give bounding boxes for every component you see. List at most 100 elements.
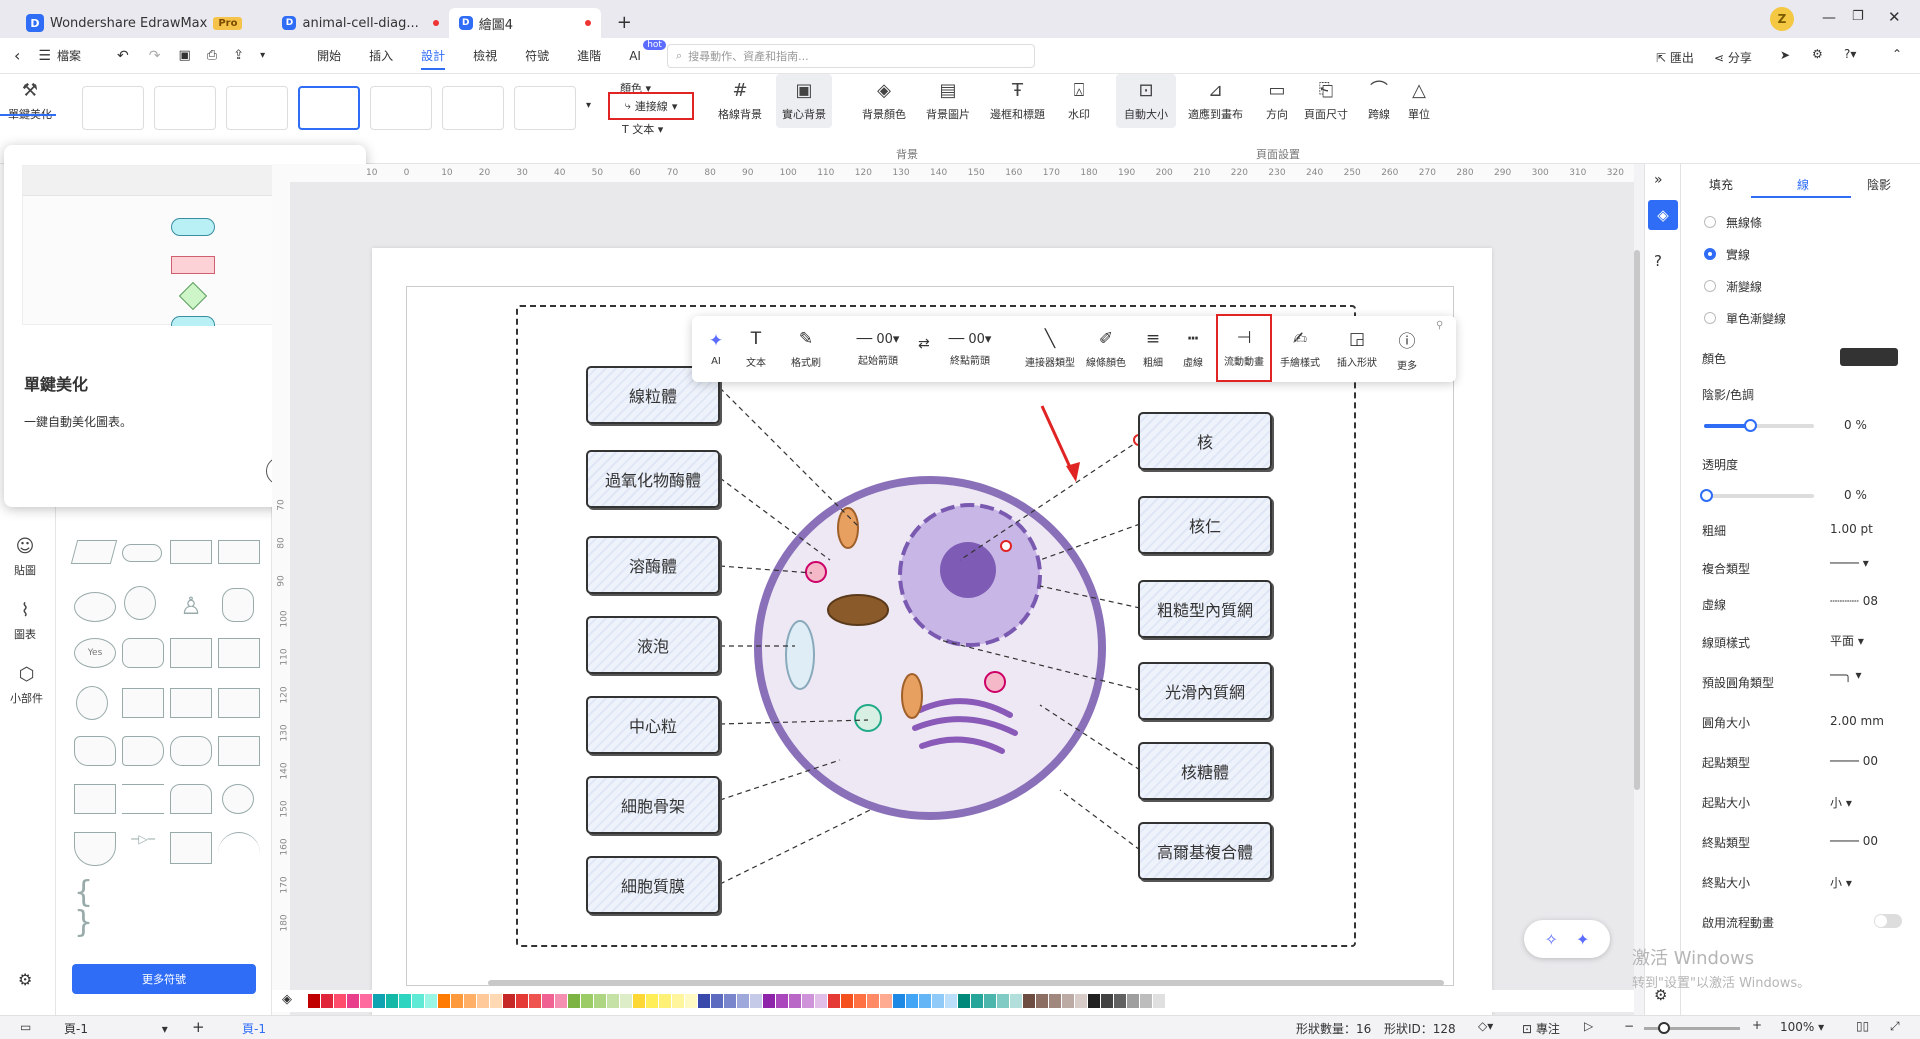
focus-button[interactable]: ⊡ 專注 [1522, 1020, 1560, 1037]
color-swatch[interactable] [425, 994, 437, 1008]
color-swatch[interactable] [945, 994, 957, 1008]
color-swatch[interactable] [412, 994, 424, 1008]
label-golgi[interactable]: 高爾基複合體 [1138, 822, 1272, 880]
color-swatch[interactable] [997, 994, 1009, 1008]
color-swatch[interactable] [815, 994, 827, 1008]
color-swatch[interactable] [1088, 994, 1100, 1008]
radio-mono-gradient[interactable] [1704, 312, 1716, 324]
zoom-out-icon[interactable]: − [1624, 1019, 1634, 1033]
ai-sparkle-icon[interactable]: ✦ [1576, 930, 1589, 949]
color-swatch[interactable] [698, 994, 710, 1008]
zoom-value[interactable]: 100% ▾ [1780, 1020, 1824, 1034]
color-swatch[interactable] [711, 994, 723, 1008]
dash-tool[interactable]: ┅ 虛線 [1178, 316, 1208, 382]
end-arrow-tool[interactable]: ── 00▾ 終點箭頭 [938, 316, 1002, 382]
label-smooth-er[interactable]: 光滑內質網 [1138, 662, 1272, 720]
color-swatch[interactable] [828, 994, 840, 1008]
color-swatch[interactable] [919, 994, 931, 1008]
color-swatch[interactable] [854, 994, 866, 1008]
color-swatch[interactable] [464, 994, 476, 1008]
radio-solid-line[interactable] [1704, 248, 1716, 260]
swap-icon[interactable]: ⇄ [918, 336, 930, 352]
color-swatch[interactable] [386, 994, 398, 1008]
color-swatch[interactable] [568, 994, 580, 1008]
label-nucleus[interactable]: 核 [1138, 412, 1272, 470]
color-swatch[interactable] [906, 994, 918, 1008]
weight-tool[interactable]: ≡ 粗細 [1138, 316, 1168, 382]
transparency-slider[interactable] [1700, 489, 1814, 502]
layers-icon[interactable]: ◇▾ [1478, 1019, 1493, 1033]
color-swatch[interactable] [971, 994, 983, 1008]
color-swatch[interactable] [581, 994, 593, 1008]
vertical-scrollbar[interactable] [1634, 250, 1640, 790]
radio-gradient-line[interactable] [1704, 280, 1716, 292]
flow-animation-tool[interactable]: ⊣ 流動動畫 [1216, 314, 1272, 382]
color-swatch[interactable] [594, 994, 606, 1008]
color-swatch[interactable] [607, 994, 619, 1008]
color-swatch[interactable] [867, 994, 879, 1008]
connector-type-tool[interactable]: ╲ 連接器類型 [1022, 316, 1078, 382]
line-color-swatch[interactable] [1840, 348, 1898, 366]
zoom-slider[interactable] [1644, 1022, 1740, 1034]
color-swatch[interactable] [789, 994, 801, 1008]
color-swatch[interactable] [763, 994, 775, 1008]
color-swatch[interactable] [490, 994, 502, 1008]
label-plasma-membrane[interactable]: 細胞質膜 [586, 856, 720, 914]
start-type-dropdown[interactable]: ──── 00 [1830, 754, 1878, 768]
ai-magic-icon[interactable]: ✧ [1545, 930, 1558, 949]
color-swatch[interactable] [1153, 994, 1165, 1008]
color-swatch[interactable] [1049, 994, 1061, 1008]
color-swatch[interactable] [1075, 994, 1087, 1008]
color-swatch[interactable] [880, 994, 892, 1008]
color-swatch[interactable] [529, 994, 541, 1008]
book-view-icon[interactable]: ▯▯ [1856, 1019, 1869, 1033]
corner-type-dropdown[interactable]: ──╮ ▾ [1830, 668, 1862, 682]
transparency-value[interactable]: 0 % [1844, 488, 1867, 502]
weight-value[interactable]: 1.00 pt [1830, 522, 1873, 536]
color-swatch[interactable] [451, 994, 463, 1008]
page-selector[interactable]: 頁-1 ▾ [64, 1020, 168, 1037]
start-arrow-tool[interactable]: ── 00▾ 起始箭頭 [846, 316, 910, 382]
color-swatch[interactable] [308, 994, 320, 1008]
line-color-tool[interactable]: ✐ 線條顏色 [1084, 316, 1128, 382]
shade-slider[interactable] [1704, 419, 1814, 432]
color-swatch[interactable] [1036, 994, 1048, 1008]
color-swatch[interactable] [1101, 994, 1113, 1008]
pin-icon[interactable]: ⚲ [1436, 320, 1443, 331]
color-swatch[interactable] [685, 994, 697, 1008]
corner-size-value[interactable]: 2.00 mm [1830, 714, 1884, 728]
color-swatch[interactable] [321, 994, 333, 1008]
text-tool[interactable]: T 文本 [740, 316, 772, 382]
end-type-dropdown[interactable]: ──── 00 [1830, 834, 1878, 848]
color-swatch[interactable] [347, 994, 359, 1008]
end-size-dropdown[interactable]: 小 ▾ [1830, 874, 1852, 891]
color-swatch[interactable] [373, 994, 385, 1008]
ai-tool[interactable]: ✦ AI [702, 316, 730, 382]
radio-no-line[interactable] [1704, 216, 1716, 228]
color-swatch[interactable] [1010, 994, 1022, 1008]
shade-value[interactable]: 0 % [1844, 418, 1867, 432]
fullscreen-icon[interactable]: ⤢ [1890, 1019, 1900, 1034]
label-nucleolus[interactable]: 核仁 [1138, 496, 1272, 554]
page-tab[interactable]: 頁-1 [242, 1020, 266, 1037]
dash-dropdown[interactable]: ┄┄┄┄ 08 [1830, 594, 1878, 608]
add-page-icon[interactable]: + [192, 1018, 205, 1036]
page-panel-icon[interactable]: ▭ [20, 1020, 31, 1034]
compound-type-dropdown[interactable]: ──── ▾ [1830, 556, 1869, 570]
color-swatch[interactable] [802, 994, 814, 1008]
more-tool[interactable]: ⓘ 更多 [1392, 316, 1422, 382]
label-rough-er[interactable]: 粗糙型內質網 [1138, 580, 1272, 638]
color-swatch[interactable] [477, 994, 489, 1008]
label-cytoskeleton[interactable]: 細胞骨架 [586, 776, 720, 834]
color-swatch[interactable] [438, 994, 450, 1008]
color-swatch[interactable] [750, 994, 762, 1008]
zoom-in-icon[interactable]: + [1752, 1018, 1762, 1032]
color-swatch[interactable] [555, 994, 567, 1008]
label-ribosome[interactable]: 核糖體 [1138, 742, 1272, 800]
color-swatch[interactable] [399, 994, 411, 1008]
label-peroxisome[interactable]: 過氧化物酶體 [586, 450, 720, 508]
color-swatch[interactable] [334, 994, 346, 1008]
color-swatch[interactable] [503, 994, 515, 1008]
color-swatch[interactable] [659, 994, 671, 1008]
color-swatch[interactable] [672, 994, 684, 1008]
